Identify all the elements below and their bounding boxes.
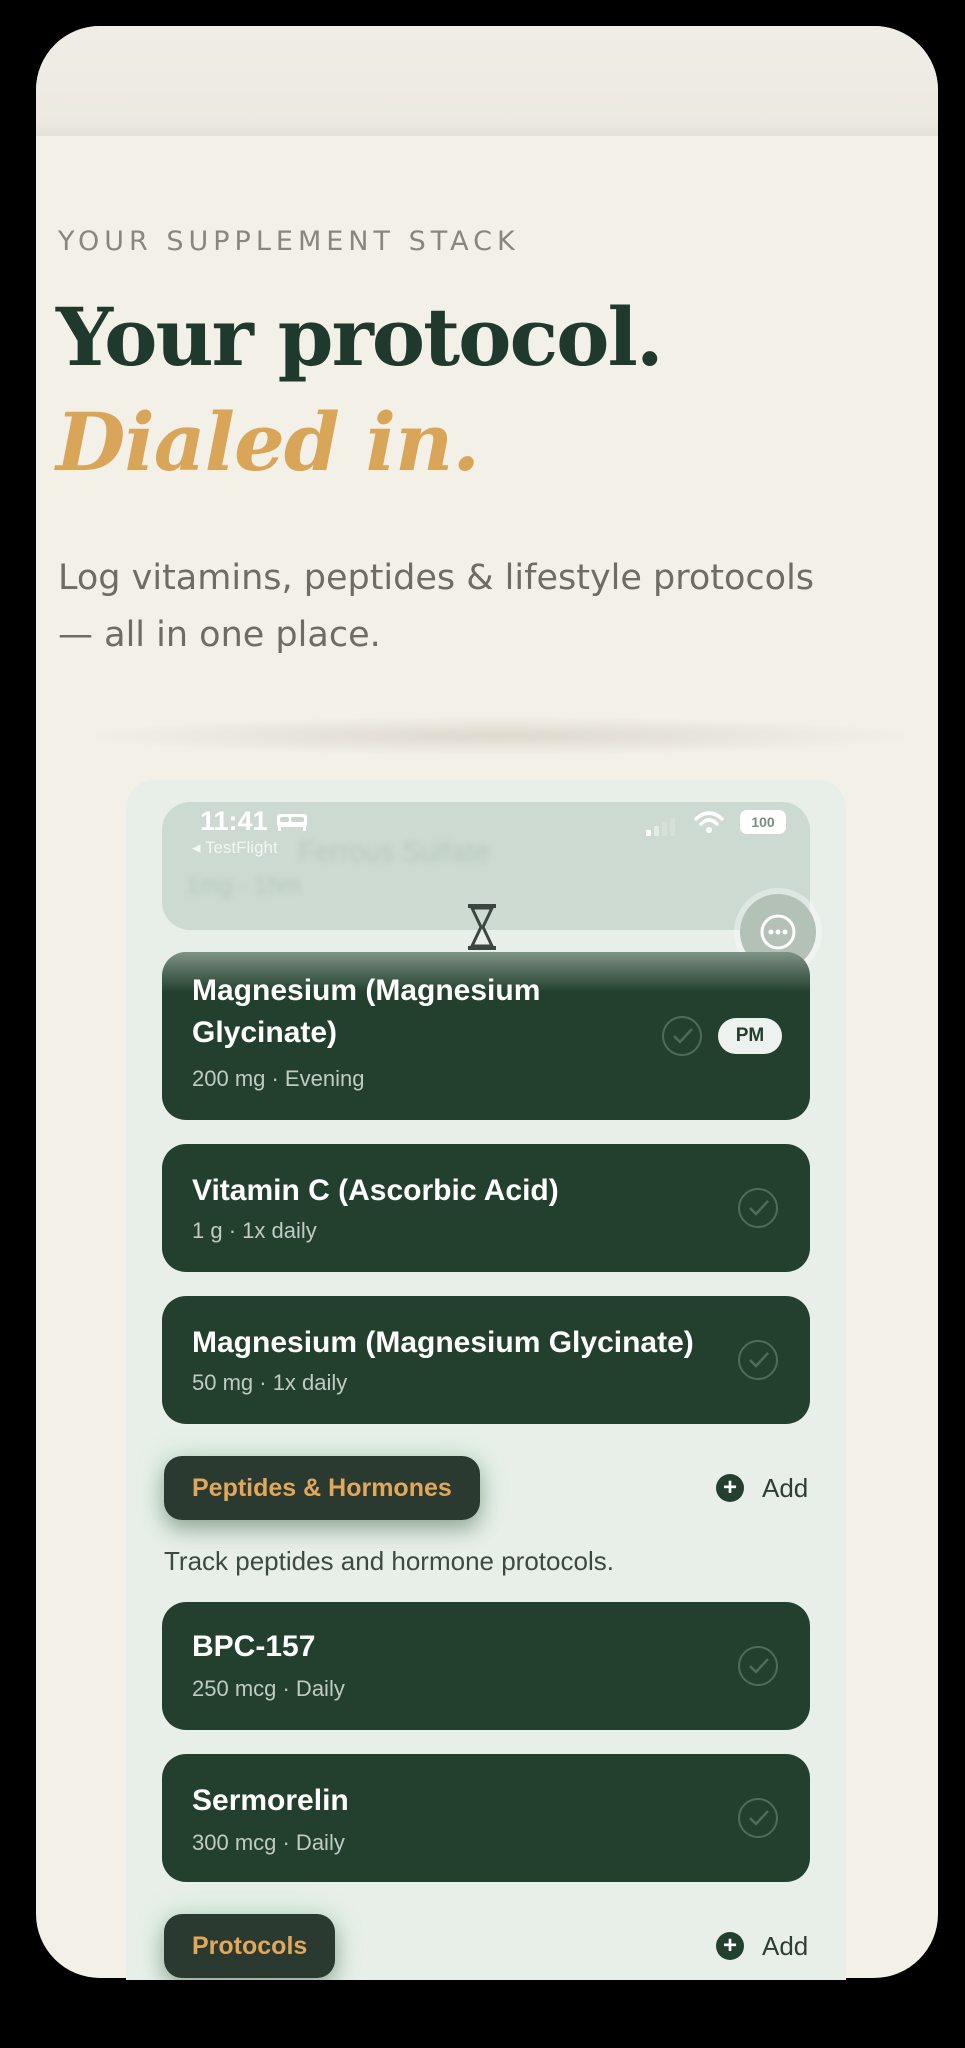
supplement-name-line-2: Glycinate)	[192, 1016, 338, 1049]
battery-indicator: 100	[740, 810, 786, 834]
peptide-card[interactable]: BPC-157 250 mcg · Daily	[162, 1602, 810, 1730]
supplement-card[interactable]: Magnesium (Magnesium Glycinate) 200 mg ·…	[162, 952, 810, 1120]
peptide-name: Sermorelin	[192, 1784, 349, 1817]
peptide-meta: 300 mcg · Daily	[192, 1830, 345, 1855]
supplement-meta: 50 mg · 1x daily	[192, 1370, 348, 1395]
supplement-name: Magnesium (Magnesium Glycinate)	[192, 970, 540, 1054]
hero-subtitle: Log vitamins, peptides & lifestyle proto…	[58, 550, 858, 664]
status-time: 11:41	[200, 806, 268, 836]
section-header-protocols: Protocols	[164, 1914, 336, 1978]
hourglass-icon	[468, 904, 496, 950]
add-label: Add	[762, 1472, 809, 1503]
eyebrow-label: YOUR SUPPLEMENT STACK	[58, 226, 520, 257]
taken-checkbox[interactable]	[738, 1798, 778, 1838]
plus-circle-icon: +	[716, 1932, 744, 1960]
section-description: Track peptides and hormone protocols.	[164, 1546, 614, 1576]
ellipsis-icon	[760, 914, 796, 950]
section-header-peptides: Peptides & Hormones	[164, 1456, 480, 1520]
top-band	[36, 26, 938, 141]
hero-shadow	[76, 716, 918, 756]
ghost-card-meta: 1mg · 1hm	[186, 872, 301, 899]
supplement-meta: 200 mg · Evening	[192, 1066, 365, 1091]
back-to-testflight[interactable]: ◂ TestFlight	[192, 838, 278, 858]
add-peptide-button[interactable]: + Add	[716, 1468, 808, 1508]
phone-mockup: 11:41 ◂ TestFlight Ferrous Sulfate 1mg ·…	[126, 780, 846, 1980]
subtitle-line-1: Log vitamins, peptides & lifestyle proto…	[58, 558, 815, 598]
peptide-card[interactable]: Sermorelin 300 mcg · Daily	[162, 1754, 810, 1882]
plus-circle-icon: +	[716, 1474, 744, 1502]
checkmark-icon	[673, 1028, 693, 1044]
time-of-day-badge: PM	[718, 1018, 782, 1054]
checkmark-icon	[749, 1200, 769, 1216]
supplement-card[interactable]: Vitamin C (Ascorbic Acid) 1 g · 1x daily	[162, 1144, 810, 1272]
peptide-meta: 250 mcg · Daily	[192, 1676, 345, 1701]
headline-primary: Your protocol.	[56, 290, 664, 384]
add-label: Add	[762, 1930, 809, 1961]
supplement-name: Magnesium (Magnesium Glycinate)	[192, 1326, 694, 1359]
cellular-signal-icon	[646, 818, 675, 836]
ghost-card-name: Ferrous Sulfate	[298, 836, 490, 867]
supplement-name-line-1: Magnesium (Magnesium	[192, 974, 541, 1007]
checkmark-icon	[749, 1810, 769, 1826]
wifi-icon	[694, 811, 724, 833]
taken-checkbox[interactable]	[738, 1340, 778, 1380]
taken-checkbox[interactable]	[738, 1188, 778, 1228]
bed-icon	[277, 814, 307, 831]
subtitle-line-2: — all in one place.	[58, 615, 381, 655]
peptide-name: BPC-157	[192, 1630, 316, 1663]
checkmark-icon	[749, 1658, 769, 1674]
supplement-name: Vitamin C (Ascorbic Acid)	[192, 1174, 559, 1207]
taken-checkbox[interactable]	[662, 1016, 702, 1056]
supplement-meta: 1 g · 1x daily	[192, 1218, 317, 1243]
supplement-card[interactable]: Magnesium (Magnesium Glycinate) 50 mg · …	[162, 1296, 810, 1424]
headline-accent: Dialed in.	[56, 395, 480, 489]
taken-checkbox[interactable]	[738, 1646, 778, 1686]
checkmark-icon	[749, 1352, 769, 1368]
add-protocol-button[interactable]: + Add	[716, 1926, 808, 1966]
